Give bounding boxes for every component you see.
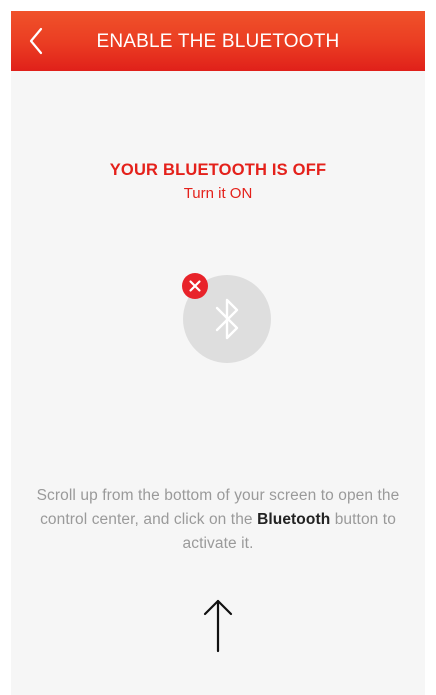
back-button[interactable] [21, 23, 51, 59]
bluetooth-status-subtitle: Turn it ON [183, 185, 253, 202]
error-badge [182, 273, 208, 299]
screen: ENABLE THE BLUETOOTH YOUR BLUETOOTH IS O… [11, 11, 425, 695]
arrow-up-icon [203, 599, 233, 653]
scroll-up-button[interactable] [203, 597, 233, 653]
page-title: ENABLE THE BLUETOOTH [96, 31, 340, 52]
instructions-highlight: Bluetooth [257, 511, 331, 528]
chevron-left-icon [29, 27, 43, 55]
bluetooth-icon [215, 298, 239, 340]
navigation-bar: ENABLE THE BLUETOOTH [11, 11, 425, 71]
bluetooth-status-title: YOUR BLUETOOTH IS OFF [109, 161, 327, 179]
instructions-text: Scroll up from the bottom of your screen… [31, 484, 405, 556]
close-icon [189, 280, 201, 292]
